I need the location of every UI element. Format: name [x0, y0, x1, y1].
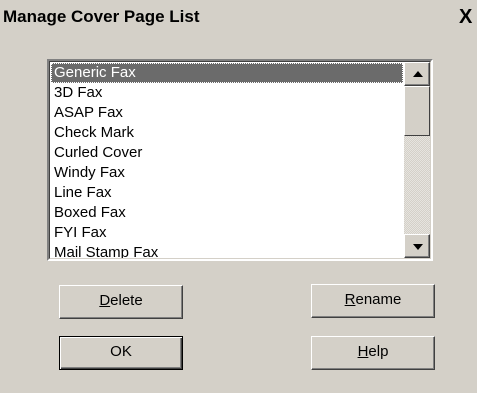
help-button[interactable]: Help — [311, 336, 435, 370]
down-arrow-icon — [413, 244, 423, 250]
delete-label-rest: elete — [110, 292, 143, 309]
close-icon[interactable]: X — [459, 6, 477, 28]
list-item[interactable]: Windy Fax — [51, 163, 403, 183]
delete-accel: D — [99, 292, 111, 309]
list-item[interactable]: Mail Stamp Fax — [51, 243, 403, 258]
list-item[interactable]: ASAP Fax — [51, 103, 403, 123]
vertical-scrollbar[interactable] — [404, 62, 430, 258]
rename-label-rest: ename — [355, 291, 402, 308]
list-item[interactable]: Check Mark — [51, 123, 403, 143]
manage-cover-page-dialog: Manage Cover Page List X Generic Fax 3D F… — [0, 0, 477, 393]
scroll-up-button[interactable] — [404, 62, 430, 86]
delete-button[interactable]: Delete — [59, 285, 183, 319]
listbox-frame: Generic Fax 3D Fax ASAP Fax Check Mark Curle… — [49, 61, 431, 259]
scroll-down-button[interactable] — [404, 234, 430, 258]
dialog-title: Manage Cover Page List — [3, 7, 200, 26]
help-label-rest: elp — [368, 343, 389, 360]
ok-button[interactable]: OK — [59, 336, 183, 370]
title-bar[interactable]: Manage Cover Page List X — [0, 0, 477, 36]
ok-label: OK — [110, 343, 132, 360]
list-item[interactable]: Line Fax — [51, 183, 403, 203]
list-item[interactable]: FYI Fax — [51, 223, 403, 243]
list-item[interactable]: Generic Fax — [51, 63, 403, 83]
scroll-thumb[interactable] — [404, 86, 430, 136]
list-item[interactable]: Curled Cover — [51, 143, 403, 163]
rename-accel: R — [344, 291, 356, 308]
cover-page-items: Generic Fax 3D Fax ASAP Fax Check Mark Curle… — [51, 63, 403, 258]
rename-button[interactable]: Rename — [311, 284, 435, 318]
list-item[interactable]: 3D Fax — [51, 83, 403, 103]
cover-page-listbox[interactable]: Generic Fax 3D Fax ASAP Fax Check Mark Curle… — [47, 59, 433, 261]
list-item[interactable]: Boxed Fax — [51, 203, 403, 223]
help-accel: H — [357, 343, 369, 360]
up-arrow-icon — [413, 71, 423, 77]
